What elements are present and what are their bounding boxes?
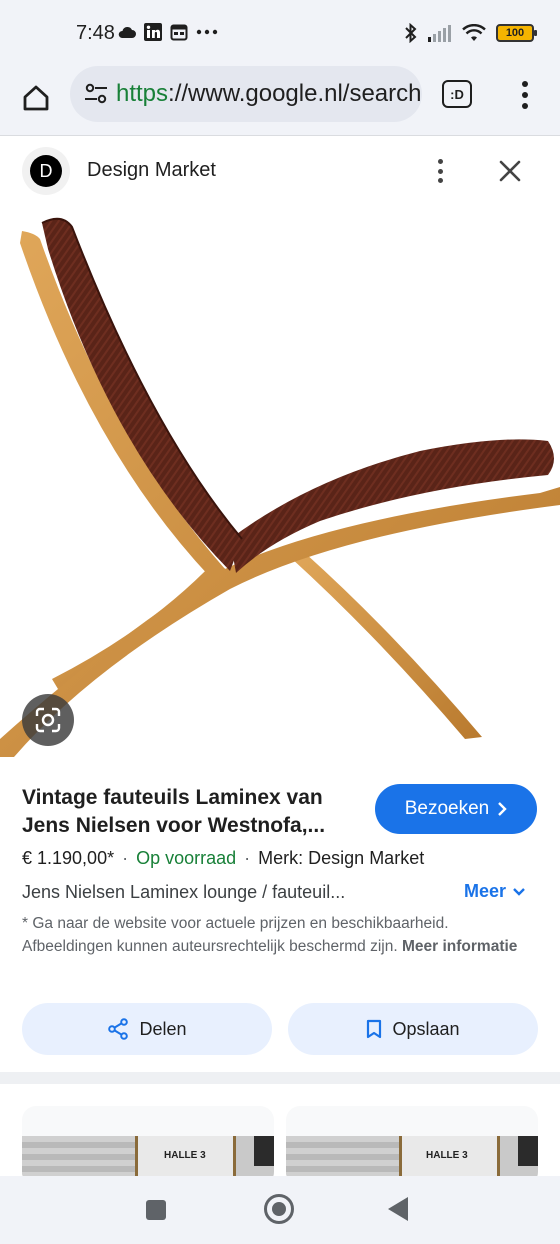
more-button[interactable]: Meer	[464, 881, 526, 902]
share-button[interactable]: Delen	[22, 1003, 272, 1055]
more-options-button[interactable]	[430, 157, 450, 185]
google-lens-button[interactable]	[22, 694, 74, 746]
system-navigation-bar	[0, 1176, 560, 1244]
share-icon	[108, 1018, 129, 1040]
separator-dot: ·	[122, 848, 129, 868]
related-product-card[interactable]: HALLE 3	[22, 1106, 274, 1186]
url-scheme: https	[116, 80, 169, 107]
more-info-link[interactable]: Meer informatie	[402, 938, 517, 955]
signal-icon	[428, 25, 451, 42]
visit-label: Bezoeken	[404, 798, 490, 819]
browser-menu-button[interactable]	[510, 78, 540, 112]
bookmark-icon	[367, 1019, 382, 1039]
recents-button[interactable]	[146, 1200, 166, 1220]
status-bar: 7:48 100	[0, 0, 560, 66]
wifi-icon	[462, 24, 486, 41]
disclaimer: * Ga naar de website voor actuele prijze…	[22, 913, 538, 958]
close-button[interactable]	[494, 155, 526, 187]
related-product-sign: HALLE 3	[426, 1150, 468, 1161]
chevron-right-icon	[498, 802, 507, 816]
merchant-avatar[interactable]: D	[22, 147, 70, 195]
url-rest: ://www.google.nl/search	[168, 80, 422, 107]
save-button[interactable]: Opslaan	[288, 1003, 538, 1055]
share-label: Delen	[139, 1018, 187, 1039]
related-product-card[interactable]: HALLE 3	[286, 1106, 538, 1186]
bluetooth-icon	[405, 23, 417, 43]
separator-dot: ·	[244, 848, 251, 868]
status-system-icons: 100	[404, 23, 537, 43]
price-row: € 1.190,00* · Op voorraad · Merk: Design…	[22, 848, 424, 869]
visit-button[interactable]: Bezoeken	[375, 784, 537, 834]
browser-toolbar: https://www.google.nl/search :D	[0, 66, 560, 136]
related-product-sign: HALLE 3	[164, 1150, 206, 1161]
merchant-header: D Design Market	[0, 137, 560, 209]
back-button[interactable]	[388, 1197, 408, 1221]
product-title[interactable]: Vintage fauteuils Laminex van Jens Niels…	[22, 784, 362, 840]
more-label: Meer	[464, 881, 507, 901]
battery-icon: 100	[496, 24, 537, 42]
home-nav-button[interactable]	[264, 1194, 294, 1224]
url-text[interactable]: https://www.google.nl/search	[116, 80, 422, 108]
lens-icon	[35, 707, 61, 733]
tab-switcher-button[interactable]: :D	[442, 80, 472, 108]
chevron-down-icon	[513, 887, 525, 896]
product-image[interactable]	[0, 209, 560, 761]
more-horiz-icon	[196, 29, 218, 35]
merchant-logo: D	[30, 155, 62, 187]
merchant-name[interactable]: Design Market	[87, 159, 216, 182]
status-time: 7:48	[76, 22, 115, 44]
linkedin-icon	[144, 23, 162, 41]
site-settings-icon[interactable]	[82, 80, 110, 108]
brand-label: Merk: Design Market	[258, 848, 425, 868]
stock-status: Op voorraad	[136, 848, 237, 868]
section-divider	[0, 1072, 560, 1084]
disclaimer-text: * Ga naar de website voor actuele prijze…	[22, 915, 449, 955]
home-button[interactable]	[16, 78, 56, 118]
lounge-chair-photo	[0, 217, 560, 757]
close-icon	[499, 160, 521, 182]
save-label: Opslaan	[392, 1018, 460, 1039]
home-icon	[23, 85, 49, 111]
calendar-icon	[170, 24, 188, 41]
cloud-icon	[118, 26, 136, 38]
product-description: Jens Nielsen Laminex lounge / fauteuil..…	[22, 882, 346, 902]
address-bar[interactable]: https://www.google.nl/search	[70, 66, 422, 122]
price: € 1.190,00*	[22, 848, 115, 868]
status-notification-icons	[118, 23, 218, 41]
